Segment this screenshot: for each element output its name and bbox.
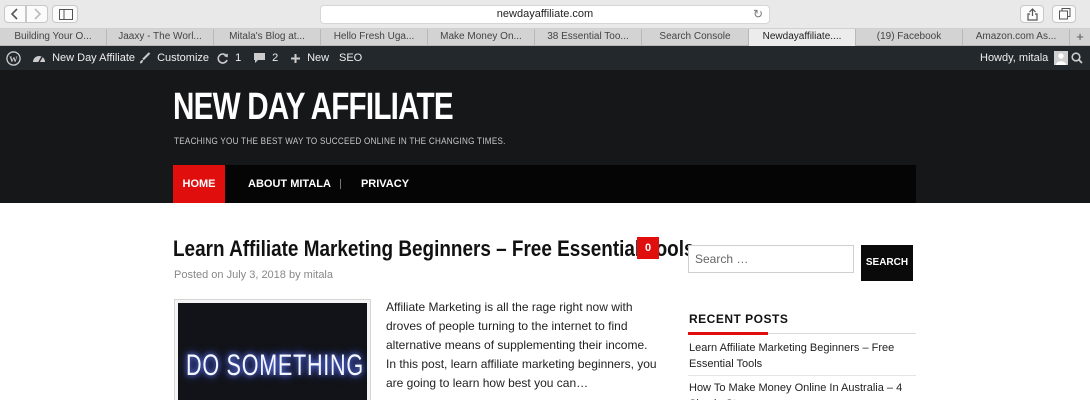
browser-tab[interactable]: Make Money On... bbox=[428, 29, 535, 46]
site-header: NEW DAY AFFILIATE TEACHING YOU THE BEST … bbox=[0, 70, 1090, 228]
adminbar-site-link[interactable]: New Day Affiliate bbox=[32, 46, 135, 70]
adminbar-search-icon[interactable] bbox=[1071, 46, 1083, 70]
recent-post-link[interactable]: How To Make Money Online In Australia – … bbox=[689, 380, 917, 400]
browser-tab[interactable]: (19) Facebook bbox=[856, 29, 963, 46]
nav-separator bbox=[340, 179, 341, 189]
sidebar-toggle-button[interactable] bbox=[52, 5, 78, 23]
search-input[interactable]: Search … bbox=[688, 245, 854, 273]
post-author-link[interactable]: mitala bbox=[304, 269, 333, 281]
site-tagline: TEACHING YOU THE BEST WAY TO SUCCEED ONL… bbox=[174, 136, 506, 146]
new-tab-plus-icon[interactable]: + bbox=[1070, 29, 1090, 45]
avatar-icon bbox=[1054, 51, 1069, 66]
comment-count-badge[interactable]: 0 bbox=[637, 237, 659, 259]
search-button[interactable]: SEARCH bbox=[861, 245, 913, 281]
share-button[interactable] bbox=[1020, 5, 1044, 23]
post-meta-prefix: Posted on bbox=[174, 269, 227, 281]
browser-tab[interactable]: Search Console bbox=[642, 29, 749, 46]
comment-bubble-icon bbox=[254, 53, 265, 64]
address-bar[interactable]: newdayaffiliate.com ↻ bbox=[320, 5, 770, 24]
post-thumbnail[interactable]: DO SOMETHING GREAT bbox=[174, 299, 371, 400]
main-navigation: HOME ABOUT MITALA RONNIE PRIVACY POLICY bbox=[173, 165, 916, 228]
adminbar-updates-count: 1 bbox=[235, 52, 242, 64]
adminbar-new[interactable]: New bbox=[290, 46, 329, 70]
adminbar-account[interactable]: Howdy, mitala bbox=[980, 46, 1069, 70]
wordpress-logo-icon[interactable]: W bbox=[6, 46, 21, 70]
adminbar-updates[interactable]: 1 bbox=[216, 46, 241, 70]
featured-image-text: DO SOMETHING GREAT bbox=[186, 349, 367, 382]
chevron-left-icon bbox=[10, 8, 18, 20]
widget-accent-bar bbox=[688, 332, 768, 335]
plus-icon bbox=[291, 53, 300, 63]
url-text: newdayaffiliate.com bbox=[496, 8, 594, 20]
brush-icon bbox=[140, 51, 151, 64]
svg-text:W: W bbox=[9, 53, 18, 63]
back-button[interactable] bbox=[4, 5, 26, 23]
nav-item-about[interactable]: ABOUT MITALA RONNIE bbox=[239, 165, 340, 228]
tabs-overview-icon bbox=[1059, 8, 1071, 20]
post-meta-by: by bbox=[285, 269, 304, 281]
reload-icon[interactable]: ↻ bbox=[753, 6, 763, 23]
recent-posts-title: RECENT POSTS bbox=[689, 312, 789, 326]
browser-tab[interactable]: Mitala's Blog at... bbox=[214, 29, 321, 46]
share-icon bbox=[1027, 8, 1038, 21]
post-date-link[interactable]: July 3, 2018 bbox=[227, 269, 286, 281]
adminbar-customize[interactable]: Customize bbox=[138, 46, 209, 70]
browser-tab[interactable]: Jaaxy - The Worl... bbox=[107, 29, 214, 46]
adminbar-new-label: New bbox=[307, 52, 330, 64]
nav-item-privacy[interactable]: PRIVACY POLICY bbox=[353, 165, 417, 228]
recent-post-link[interactable]: Learn Affiliate Marketing Beginners – Fr… bbox=[689, 340, 917, 372]
dashboard-icon bbox=[33, 56, 45, 63]
recent-post-separator bbox=[688, 375, 916, 376]
browser-tab[interactable]: Hello Fresh Uga... bbox=[321, 29, 428, 46]
tab-bar: Building Your O... Jaaxy - The Worl... Mit… bbox=[0, 29, 1090, 46]
post-meta: Posted on July 3, 2018 by mitala bbox=[174, 269, 333, 281]
site-title[interactable]: NEW DAY AFFILIATE bbox=[173, 86, 454, 129]
browser-tab[interactable]: Amazon.com As... bbox=[963, 29, 1070, 46]
post-excerpt: Affiliate Marketing is all the rage righ… bbox=[386, 300, 657, 390]
adminbar-customize-label: Customize bbox=[157, 52, 210, 64]
updates-icon bbox=[217, 52, 228, 64]
nav-item-home[interactable]: HOME bbox=[173, 165, 225, 203]
post-title[interactable]: Learn Affiliate Marketing Beginners – Fr… bbox=[173, 236, 694, 262]
featured-image: DO SOMETHING GREAT bbox=[178, 303, 367, 400]
adminbar-comments-count: 2 bbox=[272, 52, 279, 64]
forward-button[interactable] bbox=[26, 5, 48, 23]
sidebar-icon bbox=[59, 9, 73, 20]
browser-tab[interactable]: Newdayaffiliate.... bbox=[749, 29, 856, 46]
wp-admin-bar: W New Day Affiliate Customize 1 2 New SE… bbox=[0, 46, 1090, 70]
adminbar-site-name: New Day Affiliate bbox=[52, 52, 136, 64]
adminbar-seo[interactable]: SEO bbox=[339, 46, 362, 70]
chevron-right-icon bbox=[34, 8, 42, 20]
browser-tab[interactable]: 38 Essential Too... bbox=[535, 29, 642, 46]
browser-tab[interactable]: Building Your O... bbox=[0, 29, 107, 46]
browser-toolbar: newdayaffiliate.com ↻ bbox=[0, 0, 1090, 29]
adminbar-howdy: Howdy, mitala bbox=[980, 52, 1049, 64]
show-tabs-button[interactable] bbox=[1052, 5, 1076, 23]
adminbar-comments[interactable]: 2 bbox=[253, 46, 278, 70]
